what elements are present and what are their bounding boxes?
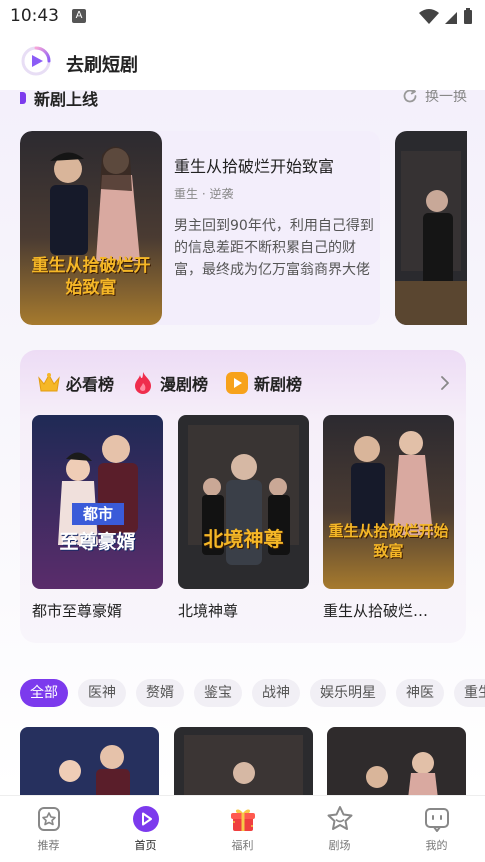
notification-icon: A [72,9,86,23]
tab-label: 福利 [231,839,254,852]
status-time: 10:43 [10,6,59,26]
battery-icon [464,10,472,24]
feature-tags: 重生 · 逆袭 [174,187,234,201]
app-bar: 去刷短剧 [0,32,485,90]
category-chips: 全部 医神 赘婿 鉴宝 战神 娱乐明星 神医 重生 [20,679,485,707]
category-chip[interactable]: 战神 [252,679,300,707]
profile-icon [424,808,449,832]
play-circle-icon [132,806,159,832]
refresh-button[interactable]: 换一换 [401,90,467,106]
rank-tab-label: 漫剧榜 [160,375,209,394]
rank-poster-badge: 都市 [72,503,124,525]
section-accent-bar [20,92,26,104]
rank-poster[interactable]: 都市 至尊豪婿 [32,415,163,589]
featured-drama-card[interactable]: 重生从拾破烂开始致富 重生从拾破烂开始致富 重生 · 逆袭 男主回到90年代，利… [20,131,380,325]
rank-item[interactable]: 重生从拾破烂开始致富 重生从拾破烂… [323,415,454,621]
section-title: 新剧上线 [34,90,99,109]
feature-description: 男主回到90年代，利用自己得到的信息差距不断积累自己的财富，最终成为亿万富翁商界… [174,218,374,278]
crown-icon [38,373,60,392]
category-chip[interactable]: 赘婿 [136,679,184,707]
category-chip[interactable]: 娱乐明星 [310,679,386,707]
ranking-tabs: 必看榜 漫剧榜 新剧榜 [36,370,302,396]
rank-tab-must-watch[interactable]: 必看榜 [36,370,114,396]
tab-label: 我的 [425,839,448,852]
rank-item[interactable]: 都市 至尊豪婿 都市至尊豪婿 [32,415,163,621]
drama-grid-poster[interactable] [174,727,313,795]
feature-poster-text: 重生从拾破烂开始致富 [31,256,151,298]
app-title: 去刷短剧 [66,55,138,76]
category-chip[interactable]: 神医 [396,679,444,707]
category-chip[interactable]: 医神 [78,679,126,707]
rank-tab-comic[interactable]: 漫剧榜 [130,370,208,396]
category-chip-all[interactable]: 全部 [20,679,68,707]
refresh-label: 换一换 [425,90,467,105]
tab-label: 推荐 [37,839,60,852]
category-chip[interactable]: 鉴宝 [194,679,242,707]
signal-icon [445,12,457,24]
ranking-panel: 必看榜 漫剧榜 新剧榜 都市 至尊豪婿 都市至尊豪婿 北境神尊 北境神尊 重生从… [20,350,466,643]
tab-label: 首页 [134,839,157,852]
rank-tab-label: 新剧榜 [254,375,303,394]
drama-grid-poster[interactable] [327,727,466,795]
new-release-header: 新剧上线 换一换 [0,90,485,110]
category-chip[interactable]: 重生 [454,679,485,707]
rank-tab-label: 必看榜 [66,375,115,394]
rank-name[interactable]: 北境神尊 [178,600,303,621]
star-outline-icon [327,806,352,830]
tab-recommend[interactable]: 推荐 [0,796,97,862]
gift-icon [230,809,255,831]
rank-item[interactable]: 北境神尊 北境神尊 [178,415,309,621]
star-badge-icon [37,807,60,831]
refresh-icon [403,90,417,103]
status-bar: 10:43 A [0,0,485,32]
play-badge-icon [226,372,249,394]
app-logo-icon [20,45,52,77]
feature-poster[interactable]: 重生从拾破烂开始致富 [20,131,162,325]
tab-home[interactable]: 首页 [97,796,194,862]
tab-welfare[interactable]: 福利 [194,796,291,862]
rank-poster[interactable]: 北境神尊 [178,415,309,589]
status-icons [417,7,477,25]
next-feature-card[interactable] [395,131,467,325]
bottom-tab-bar: 推荐 首页 福利 剧场 我的 [0,795,485,862]
rank-name[interactable]: 重生从拾破烂… [323,600,448,621]
rank-poster-text: 重生从拾破烂开始致富 [328,522,449,560]
tab-theater[interactable]: 剧场 [291,796,388,862]
wifi-icon [419,9,439,24]
feature-title[interactable]: 重生从拾破烂开始致富 [174,153,334,177]
rank-poster[interactable]: 重生从拾破烂开始致富 [323,415,454,589]
rank-tab-new[interactable]: 新剧榜 [224,370,302,396]
rank-poster-text: 北境神尊 [203,527,284,551]
rank-name[interactable]: 都市至尊豪婿 [32,600,157,621]
drama-grid-poster[interactable] [20,727,159,795]
home-content[interactable]: 新剧上线 换一换 重生从拾破烂开始致富 重生从拾破烂开始致富 重生 · 逆袭 男… [0,90,485,795]
flame-icon [135,372,152,394]
ranking-more-chevron-icon[interactable] [438,374,452,392]
tab-mine[interactable]: 我的 [388,796,485,862]
tab-label: 剧场 [328,839,351,852]
rank-poster-text: 至尊豪婿 [59,531,136,553]
